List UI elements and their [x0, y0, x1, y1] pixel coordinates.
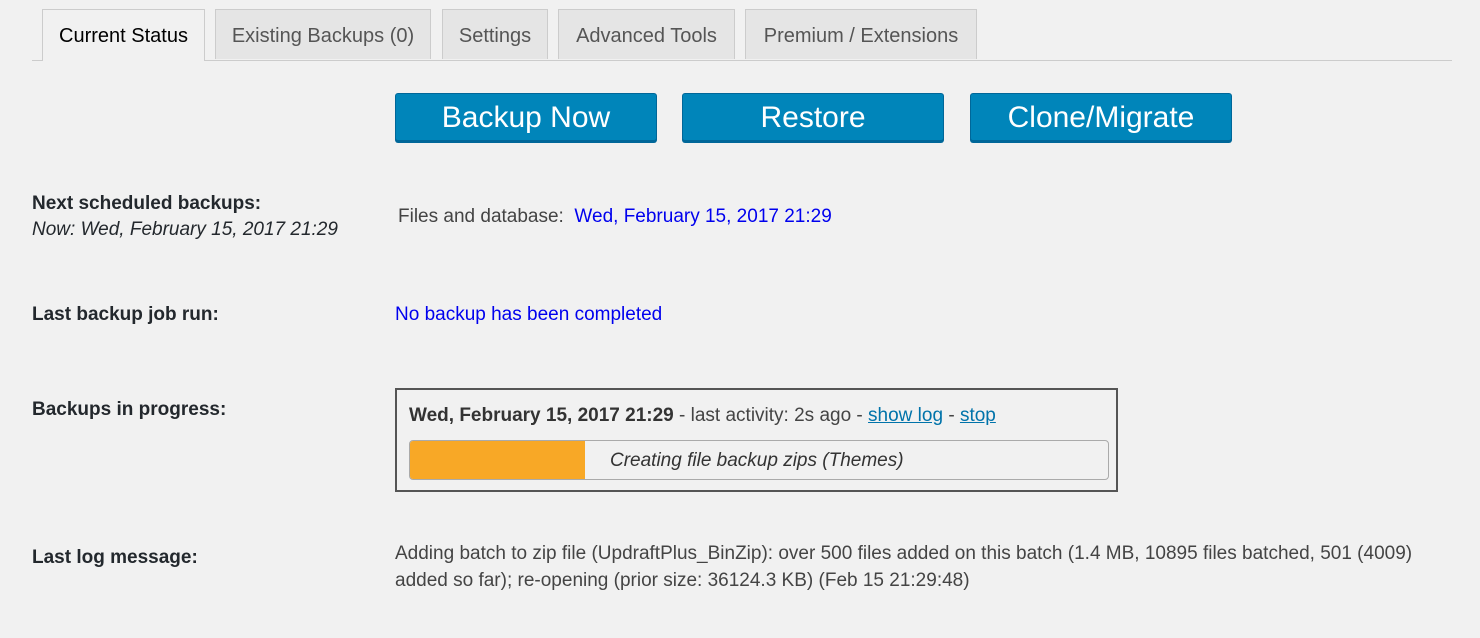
tab-bar: Current Status Existing Backups (0) Sett…: [32, 9, 1452, 61]
stop-link[interactable]: stop: [960, 405, 996, 426]
in-progress-label: Backups in progress:: [32, 399, 227, 420]
separator: -: [943, 405, 960, 426]
last-log-label: Last log message:: [32, 547, 198, 568]
last-job-value: No backup has been completed: [395, 304, 663, 325]
last-activity: - last activity: 2s ago -: [673, 405, 869, 426]
last-job-label: Last backup job run:: [32, 304, 219, 325]
last-log-message: Adding batch to zip file (UpdraftPlus_Bi…: [395, 543, 1413, 591]
progress-fill: [410, 441, 585, 479]
tab-advanced-tools[interactable]: Advanced Tools: [558, 9, 735, 59]
restore-button[interactable]: Restore: [682, 93, 944, 141]
tab-premium-extensions[interactable]: Premium / Extensions: [745, 9, 977, 59]
tab-existing-backups[interactable]: Existing Backups (0): [215, 9, 431, 59]
files-database-row: Files and database: Wed, February 15, 20…: [398, 206, 832, 228]
files-database-value: Wed, February 15, 2017 21:29: [574, 206, 832, 227]
backup-now-button[interactable]: Backup Now: [395, 93, 657, 141]
progress-header: Wed, February 15, 2017 21:29 - last acti…: [409, 405, 996, 427]
progress-status: Creating file backup zips (Themes): [610, 450, 904, 471]
progress-date: Wed, February 15, 2017 21:29: [409, 405, 674, 426]
tab-settings[interactable]: Settings: [442, 9, 548, 59]
clone-migrate-button[interactable]: Clone/Migrate: [970, 93, 1232, 141]
next-scheduled-label: Next scheduled backups:: [32, 193, 262, 214]
next-scheduled-now: Now: Wed, February 15, 2017 21:29: [32, 219, 338, 240]
show-log-link[interactable]: show log: [868, 405, 943, 426]
progress-bar: Creating file backup zips (Themes): [409, 440, 1109, 480]
files-database-label: Files and database:: [398, 206, 564, 227]
backup-progress-box: Wed, February 15, 2017 21:29 - last acti…: [395, 388, 1118, 492]
tab-current-status[interactable]: Current Status: [42, 9, 205, 61]
